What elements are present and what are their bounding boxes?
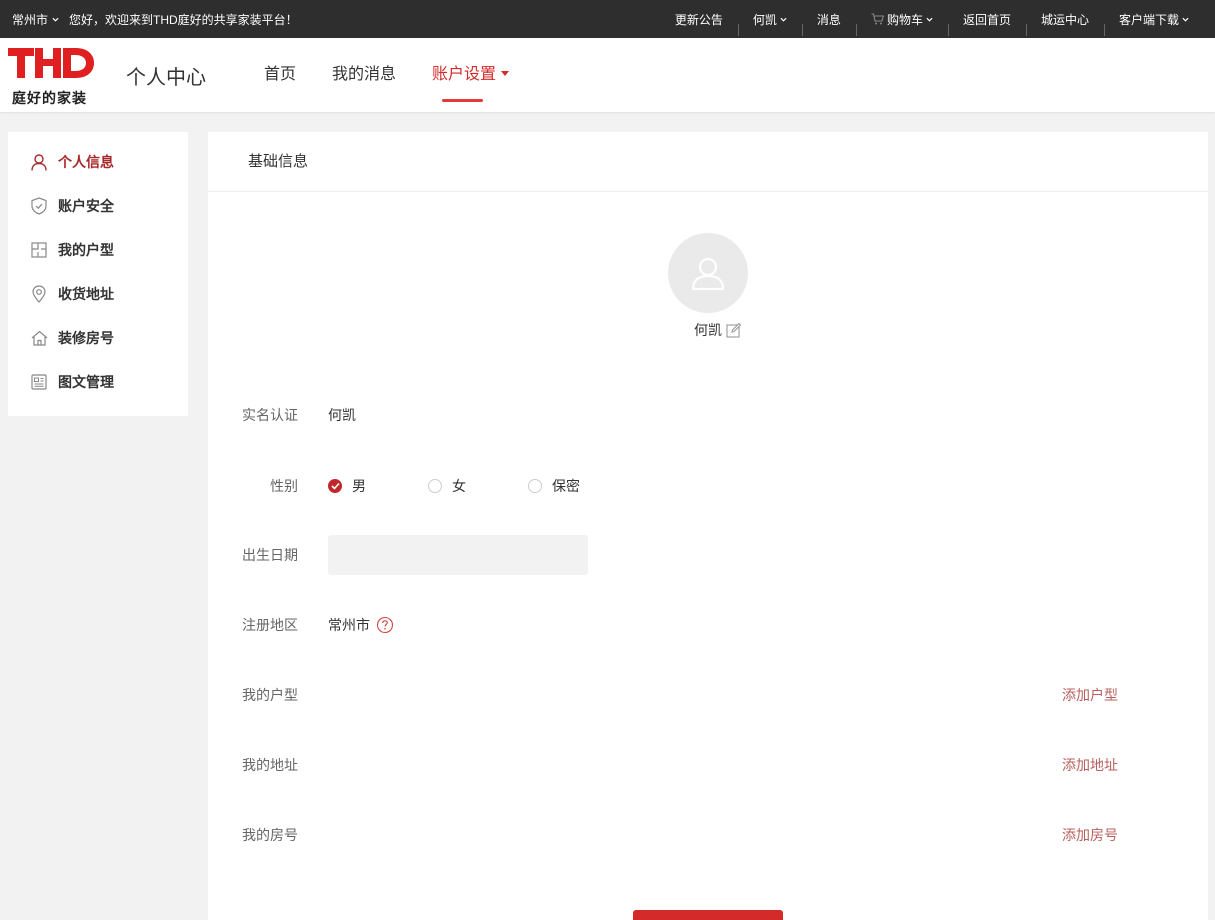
- edit-icon[interactable]: [726, 322, 742, 338]
- gender-radio-secret[interactable]: 保密: [528, 476, 580, 496]
- top-link-messages[interactable]: 消息: [801, 11, 856, 36]
- top-link-label: 客户端下载: [1118, 12, 1179, 27]
- region-value: 常州市: [328, 617, 370, 633]
- birthday-row: 出生日期: [208, 535, 1208, 575]
- gender-options: 男 女 保密: [328, 476, 642, 496]
- main-nav: 首页 我的消息 账户设置: [264, 38, 545, 112]
- gender-option-label: 保密: [552, 478, 580, 494]
- top-link-cart[interactable]: 购物车: [855, 11, 948, 36]
- caret-down-icon: [501, 71, 510, 77]
- gender-radio-female[interactable]: 女: [428, 476, 466, 496]
- floorplan-row: 我的户型 添加户型: [208, 675, 1208, 715]
- top-link-user-menu[interactable]: 何凯: [737, 11, 802, 36]
- address-label: 我的地址: [242, 757, 298, 773]
- top-link-client-download[interactable]: 客户端下载: [1103, 11, 1189, 36]
- top-link-label: 城运中心: [1040, 12, 1089, 27]
- nav-label: 我的消息: [332, 66, 397, 83]
- top-link-home[interactable]: 返回首页: [947, 11, 1026, 36]
- home-icon: [30, 329, 48, 347]
- sidebar-item-image-text[interactable]: 图文管理: [8, 360, 188, 404]
- top-link-label: 更新公告: [674, 12, 723, 27]
- sidebar-item-account-security[interactable]: 账户安全: [8, 184, 188, 228]
- sidebar-item-shipping-address[interactable]: 收货地址: [8, 272, 188, 316]
- chevron-down-icon: [52, 17, 59, 22]
- sidebar-item-label: 个人信息: [58, 154, 114, 170]
- radio-unchecked-icon: [528, 479, 542, 493]
- realname-label: 实名认证: [242, 407, 298, 423]
- region-label: 注册地区: [242, 617, 298, 633]
- nav-item-messages[interactable]: 我的消息: [332, 38, 396, 112]
- gender-row: 性别 男 女 保密: [208, 466, 1208, 506]
- top-link-label: 购物车: [886, 12, 923, 27]
- address-row: 我的地址 添加地址: [208, 745, 1208, 785]
- sidebar-item-floorplan[interactable]: 我的户型: [8, 228, 188, 272]
- region-row: 注册地区 常州市: [208, 605, 1208, 645]
- city-label: 常州市: [12, 12, 49, 27]
- top-link-label: 消息: [816, 12, 841, 27]
- nav-item-home[interactable]: 首页: [264, 38, 296, 112]
- nickname-row: 何凯: [678, 320, 768, 340]
- radio-checked-icon: [328, 479, 342, 493]
- sidebar: 个人信息 账户安全 我的户型 收货地址 装修房号 图文管理: [8, 132, 188, 416]
- top-link-label: 何凯: [752, 12, 777, 27]
- floorplan-icon: [30, 241, 48, 259]
- top-bar: 常州市 您好，欢迎来到THD庭好的共享家装平台！ 更新公告 何凯 消息 购物车 …: [0, 0, 1215, 38]
- floorplan-label: 我的户型: [242, 687, 298, 703]
- sidebar-item-personal-info[interactable]: 个人信息: [8, 140, 188, 184]
- page-title: 个人中心: [126, 67, 206, 89]
- chevron-down-icon: [780, 17, 787, 22]
- gender-radio-male[interactable]: 男: [328, 476, 366, 496]
- nav-label: 首页: [264, 66, 297, 83]
- add-address-link[interactable]: 添加地址: [1062, 755, 1118, 775]
- cart-icon: [871, 13, 884, 25]
- location-icon: [30, 285, 48, 303]
- image-text-icon: [30, 373, 48, 391]
- radio-unchecked-icon: [428, 479, 442, 493]
- birthday-input[interactable]: [328, 535, 588, 575]
- city-selector[interactable]: 常州市: [12, 11, 59, 28]
- profile-panel: 基础信息 何凯 实名认证 何凯 性别 男 女 保密 出生日期 注册地区 常州市 …: [208, 132, 1208, 920]
- help-icon[interactable]: [376, 616, 394, 634]
- chevron-down-icon: [926, 17, 933, 22]
- sidebar-item-label: 图文管理: [58, 374, 114, 390]
- add-room-link[interactable]: 添加房号: [1062, 825, 1118, 845]
- avatar[interactable]: [668, 233, 748, 313]
- gender-option-label: 女: [452, 478, 466, 494]
- room-row: 我的房号 添加房号: [208, 815, 1208, 855]
- add-floorplan-link[interactable]: 添加户型: [1062, 685, 1118, 705]
- sidebar-item-label: 我的户型: [58, 242, 114, 258]
- logo-slogan: 庭好的家装: [12, 90, 87, 106]
- nav-item-account-settings[interactable]: 账户设置: [432, 38, 510, 112]
- chevron-down-icon: [1182, 17, 1189, 22]
- gender-option-label: 男: [352, 478, 366, 494]
- user-icon: [691, 257, 725, 291]
- welcome-text: 您好，欢迎来到THD庭好的共享家装平台！: [69, 12, 298, 27]
- nav-label: 账户设置: [432, 66, 497, 83]
- site-header: 庭好的家装 个人中心 首页 我的消息 账户设置: [0, 38, 1215, 112]
- site-logo[interactable]: 庭好的家装: [8, 44, 98, 106]
- save-button[interactable]: [633, 910, 783, 920]
- gender-label: 性别: [270, 478, 298, 494]
- section-title: 基础信息: [208, 132, 1208, 192]
- sidebar-item-room-number[interactable]: 装修房号: [8, 316, 188, 360]
- birthday-label: 出生日期: [242, 547, 298, 563]
- top-link-label: 返回首页: [962, 12, 1011, 27]
- shield-icon: [30, 197, 48, 215]
- sidebar-item-label: 收货地址: [58, 286, 114, 302]
- room-label: 我的房号: [242, 827, 298, 843]
- sidebar-item-label: 装修房号: [58, 330, 114, 346]
- top-link-operation-center[interactable]: 城运中心: [1025, 11, 1104, 36]
- nickname-text: 何凯: [694, 322, 722, 338]
- thd-logo-mark: [8, 48, 94, 78]
- sidebar-item-label: 账户安全: [58, 198, 114, 214]
- top-link-announcements[interactable]: 更新公告: [660, 11, 738, 28]
- user-icon: [30, 153, 48, 171]
- realname-row: 实名认证 何凯: [208, 395, 1208, 435]
- realname-value: 何凯: [328, 407, 356, 423]
